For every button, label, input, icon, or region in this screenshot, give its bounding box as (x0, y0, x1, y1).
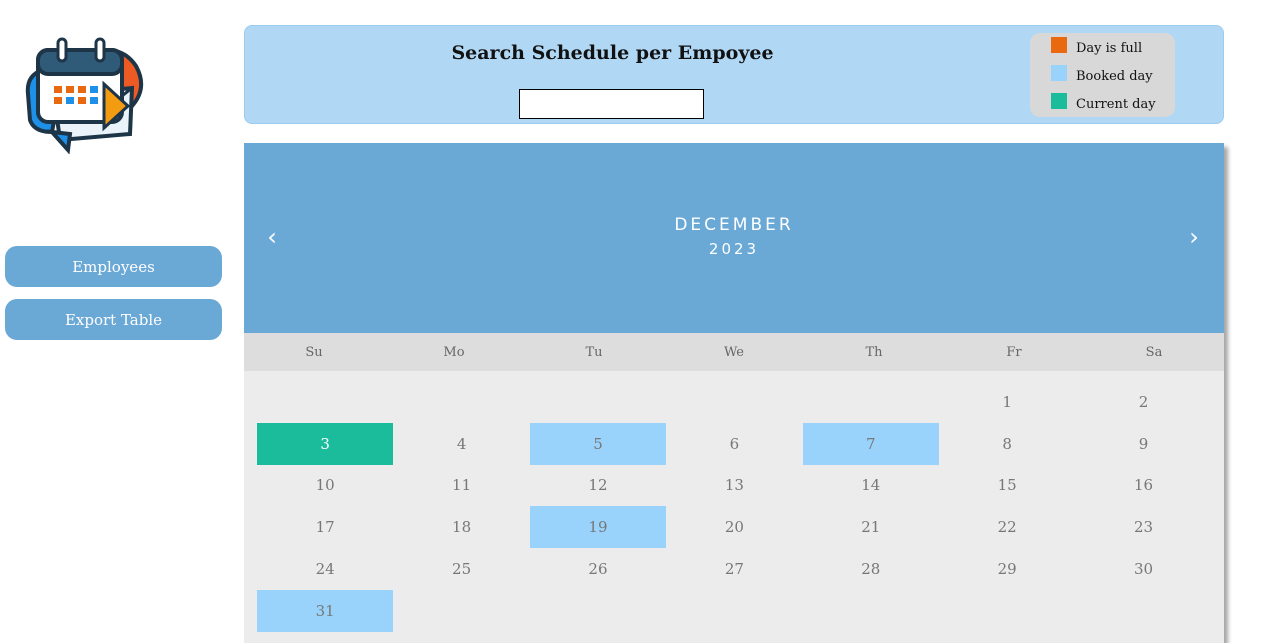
day-cell[interactable]: 27 (666, 548, 802, 590)
day-cell[interactable]: 7 (802, 422, 939, 465)
legend-item-full: Day is full (1051, 37, 1143, 58)
legend-label: Current day (1076, 96, 1156, 112)
day-cell[interactable]: 12 (530, 465, 666, 507)
weekday-label: Su (305, 344, 323, 360)
current-day-swatch (1051, 93, 1067, 109)
employee-search-input[interactable] (519, 89, 704, 119)
day-cell[interactable]: 10 (257, 465, 393, 507)
calendar: ‹ DECEMBER 2023 › Su Mo Tu We Th Fr Sa 1234567… (244, 143, 1224, 643)
weekday-label: Tu (585, 344, 603, 360)
day-cell[interactable]: 16 (1075, 465, 1211, 507)
day-cell-empty (666, 381, 802, 423)
day-cell[interactable]: 19 (529, 506, 667, 549)
day-cell[interactable]: 26 (530, 548, 666, 590)
day-cell[interactable]: 11 (393, 465, 529, 507)
day-full-swatch (1051, 37, 1067, 53)
day-cell-empty (257, 381, 393, 423)
weekday-label: Th (865, 344, 883, 360)
day-cell[interactable]: 23 (1075, 506, 1211, 548)
day-cell[interactable]: 2 (1075, 381, 1211, 423)
day-cell[interactable]: 15 (939, 465, 1075, 507)
month-label: DECEMBER (674, 215, 794, 235)
search-title: Search Schedule per Empoyee (451, 42, 774, 64)
day-cell[interactable]: 13 (666, 465, 802, 507)
weekday-header-row: Su Mo Tu We Th Fr Sa (244, 333, 1224, 371)
legend-label: Day is full (1076, 40, 1143, 56)
legend: Day is full Booked day Current day (1030, 33, 1175, 117)
day-cell[interactable]: 21 (803, 506, 939, 548)
day-cell[interactable]: 24 (257, 548, 393, 590)
legend-item-current: Current day (1051, 93, 1156, 114)
day-cell[interactable]: 20 (666, 506, 802, 548)
day-cell[interactable]: 18 (393, 506, 529, 548)
day-cell[interactable]: 8 (939, 423, 1075, 465)
day-cell[interactable]: 25 (393, 548, 529, 590)
search-panel: Search Schedule per Empoyee Day is full … (244, 25, 1224, 124)
day-cell[interactable]: 5 (529, 422, 667, 465)
weekday-label: We (724, 344, 744, 360)
chevron-right-icon[interactable]: › (1179, 223, 1209, 251)
day-cell-empty (393, 381, 529, 423)
day-cell[interactable]: 17 (257, 506, 393, 548)
year-label: 2023 (708, 240, 760, 258)
calendar-header: ‹ DECEMBER 2023 › (244, 143, 1224, 333)
day-cell[interactable]: 1 (939, 381, 1075, 423)
weekday-label: Sa (1145, 344, 1163, 360)
day-cell[interactable]: 29 (939, 548, 1075, 590)
days-grid: 1 2 3 4 5 6 7 8 9 10 11 12 13 14 15 16 17 18 19 20 21 22 23 24 2… (257, 381, 1212, 632)
legend-item-booked: Booked day (1051, 65, 1153, 86)
day-cell[interactable]: 14 (803, 465, 939, 507)
day-cell[interactable]: 9 (1075, 423, 1211, 465)
export-table-button[interactable]: Export Table (5, 299, 222, 340)
day-cell[interactable]: 3 (257, 422, 394, 465)
day-cell[interactable]: 28 (803, 548, 939, 590)
day-cell[interactable]: 30 (1075, 548, 1211, 590)
booked-day-swatch (1051, 65, 1067, 81)
day-cell[interactable]: 4 (393, 423, 529, 465)
day-cell[interactable]: 22 (939, 506, 1075, 548)
day-cell[interactable]: 31 (257, 589, 394, 632)
weekday-label: Mo (443, 344, 465, 360)
day-cell-empty (530, 381, 666, 423)
employees-button[interactable]: Employees (5, 246, 222, 287)
weekday-label: Fr (1006, 344, 1022, 360)
day-cell[interactable]: 6 (666, 423, 802, 465)
day-cell-empty (803, 381, 939, 423)
legend-label: Booked day (1076, 68, 1153, 84)
app-logo (24, 36, 146, 155)
